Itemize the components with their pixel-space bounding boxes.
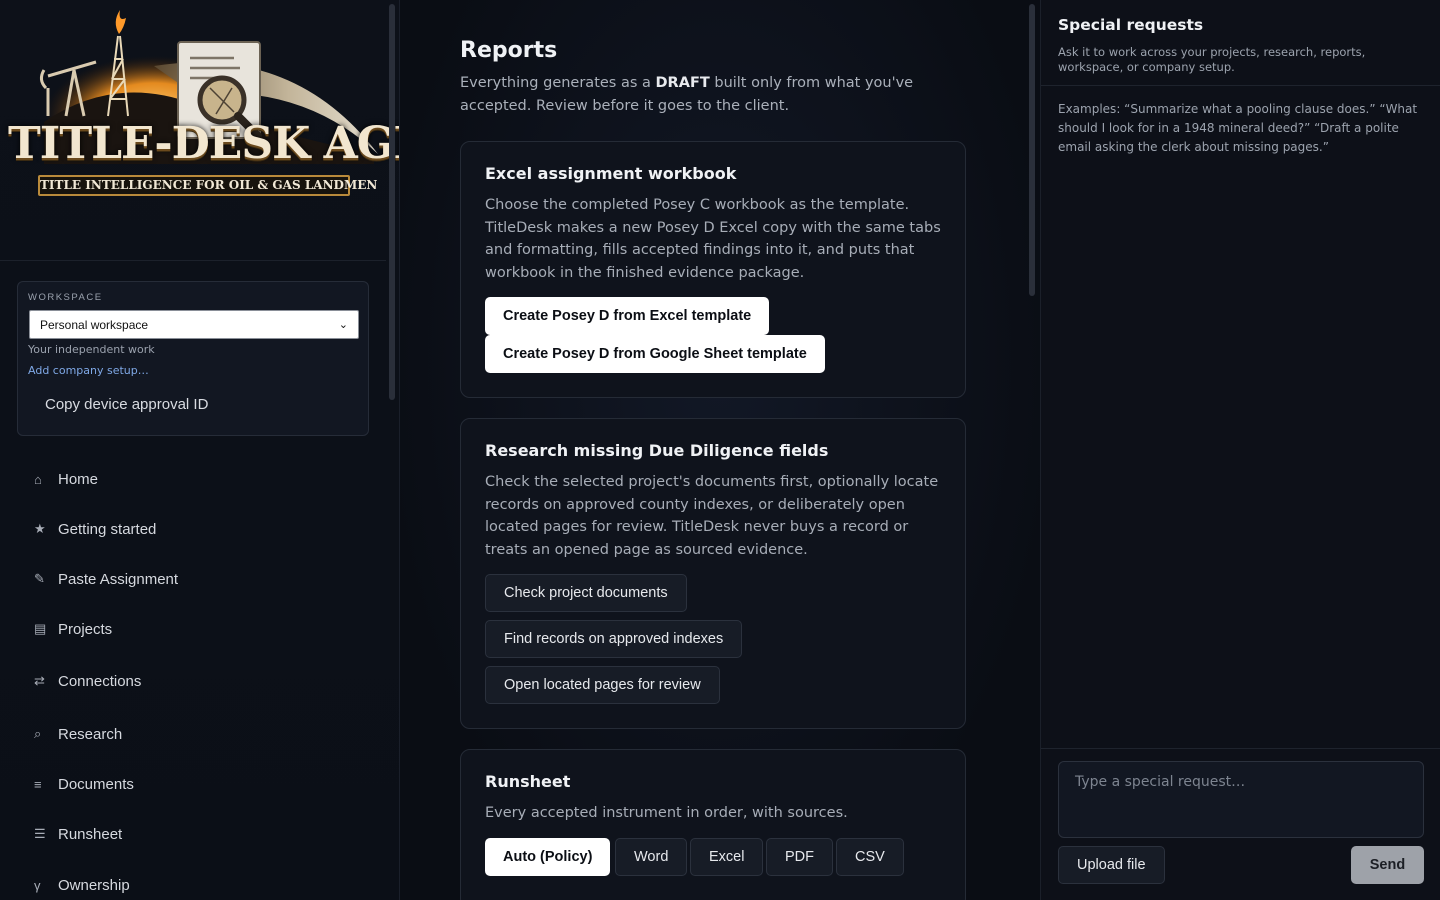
open-located-pages-button[interactable]: Open located pages for review	[485, 666, 720, 704]
card-title: Runsheet	[485, 772, 571, 791]
sidebar-item-label: Projects	[58, 620, 113, 638]
connections-icon: ⇄	[34, 673, 45, 688]
sidebar-item-label: Research	[58, 725, 123, 743]
card-description: Check the selected project's documents f…	[485, 474, 939, 559]
format-csv-button[interactable]: CSV	[836, 838, 904, 876]
main-content: Reports Everything generates as a DRAFT …	[400, 0, 1040, 900]
sidebar-item-label: Runsheet	[58, 825, 123, 843]
folder-icon: ▤	[34, 621, 47, 636]
workspace-select[interactable]: Personal workspace ⌄	[29, 310, 359, 339]
sidebar-item-label: Documents	[58, 775, 134, 793]
documents-icon: ≡	[34, 776, 42, 792]
create-from-excel-button[interactable]: Create Posey D from Excel template	[485, 297, 770, 335]
sidebar-item-ownership[interactable]: γ Ownership	[17, 865, 369, 900]
sidebar-item-home[interactable]: ⌂ Home	[17, 459, 369, 499]
star-icon: ★	[34, 521, 46, 536]
panel-title: Special requests	[1058, 16, 1204, 34]
find-records-button[interactable]: Find records on approved indexes	[485, 620, 743, 658]
special-requests-panel: Special requests Ask it to work across y…	[1040, 0, 1440, 900]
sidebar-item-connections[interactable]: ⇄ Connections	[17, 661, 369, 701]
page-title: Reports	[460, 38, 558, 63]
sidebar-item-label: Connections	[58, 672, 142, 690]
sidebar-item-documents[interactable]: ≡ Documents	[17, 764, 369, 804]
sidebar-scrollbar[interactable]	[389, 4, 395, 400]
panel-subtitle: Ask it to work across your projects, res…	[1058, 45, 1366, 74]
page-subtitle-text: Everything generates as a	[460, 75, 656, 91]
check-project-documents-button[interactable]: Check project documents	[485, 574, 687, 612]
sidebar-item-label: Home	[58, 470, 99, 488]
card-title: Research missing Due Diligence fields	[485, 441, 829, 460]
excel-workbook-card: Excel assignment workbook Choose the com…	[460, 141, 966, 398]
sidebar-item-runsheet[interactable]: ☰ Runsheet	[17, 814, 369, 854]
logo-emblem-icon	[39, 10, 378, 164]
ownership-icon: γ	[34, 877, 41, 893]
special-request-input[interactable]: Type a special request…	[1058, 761, 1424, 838]
search-icon: ⌕	[34, 726, 42, 741]
workspace-subtitle: Your independent work	[28, 343, 155, 356]
sidebar-item-label: Ownership	[58, 876, 130, 894]
workspace-select-value: Personal workspace	[40, 317, 149, 332]
card-description: Every accepted instrument in order, with…	[485, 805, 848, 821]
runsheet-card: Runsheet Every accepted instrument in or…	[460, 749, 966, 900]
pencil-icon: ✎	[34, 571, 45, 586]
chevron-down-icon: ⌄	[338, 319, 348, 331]
sidebar: TITLE-DESK AGENT TITLE INTELLIGENCE FOR …	[0, 0, 400, 900]
logo: TITLE-DESK AGENT TITLE INTELLIGENCE FOR …	[0, 0, 399, 261]
divider	[1041, 85, 1440, 86]
page-subtitle: Everything generates as a DRAFT built on…	[460, 72, 960, 118]
list-icon: ☰	[34, 826, 46, 841]
main-scrollbar[interactable]	[1029, 4, 1035, 296]
sidebar-item-getting-started[interactable]: ★ Getting started	[17, 509, 369, 549]
workspace-label: WORKSPACE	[28, 292, 103, 303]
create-from-gsheet-button[interactable]: Create Posey D from Google Sheet templat…	[485, 335, 825, 373]
copy-device-approval-button[interactable]: Copy device approval ID	[45, 396, 208, 413]
send-button[interactable]: Send	[1351, 846, 1424, 884]
draft-emphasis: DRAFT	[655, 75, 710, 91]
sidebar-item-label: Getting started	[58, 520, 157, 538]
sidebar-item-label: Paste Assignment	[58, 570, 179, 588]
logo-tagline: TITLE INTELLIGENCE FOR OIL & GAS LANDMEN	[38, 175, 377, 196]
card-description: Choose the completed Posey C workbook as…	[485, 197, 941, 282]
logo-title: TITLE-DESK AGENT	[8, 118, 399, 169]
sidebar-item-projects[interactable]: ▤ Projects	[17, 609, 369, 649]
input-placeholder: Type a special request…	[1075, 774, 1246, 790]
card-title: Excel assignment workbook	[485, 164, 737, 183]
sidebar-item-paste-assignment[interactable]: ✎ Paste Assignment	[17, 559, 369, 599]
format-word-button[interactable]: Word	[615, 838, 688, 876]
upload-file-button[interactable]: Upload file	[1058, 846, 1165, 884]
workspace-card: WORKSPACE Personal workspace ⌄ Your inde…	[17, 281, 369, 436]
add-company-setup-link[interactable]: Add company setup…	[28, 364, 149, 377]
divider	[1041, 748, 1440, 749]
examples-text: Examples: “Summarize what a pooling clau…	[1058, 102, 1418, 154]
format-excel-button[interactable]: Excel	[690, 838, 764, 876]
home-icon: ⌂	[34, 471, 42, 487]
research-fields-card: Research missing Due Diligence fields Ch…	[460, 418, 966, 729]
format-auto-policy-button[interactable]: Auto (Policy)	[485, 838, 611, 876]
sidebar-item-research[interactable]: ⌕ Research	[17, 714, 369, 754]
format-pdf-button[interactable]: PDF	[766, 838, 833, 876]
